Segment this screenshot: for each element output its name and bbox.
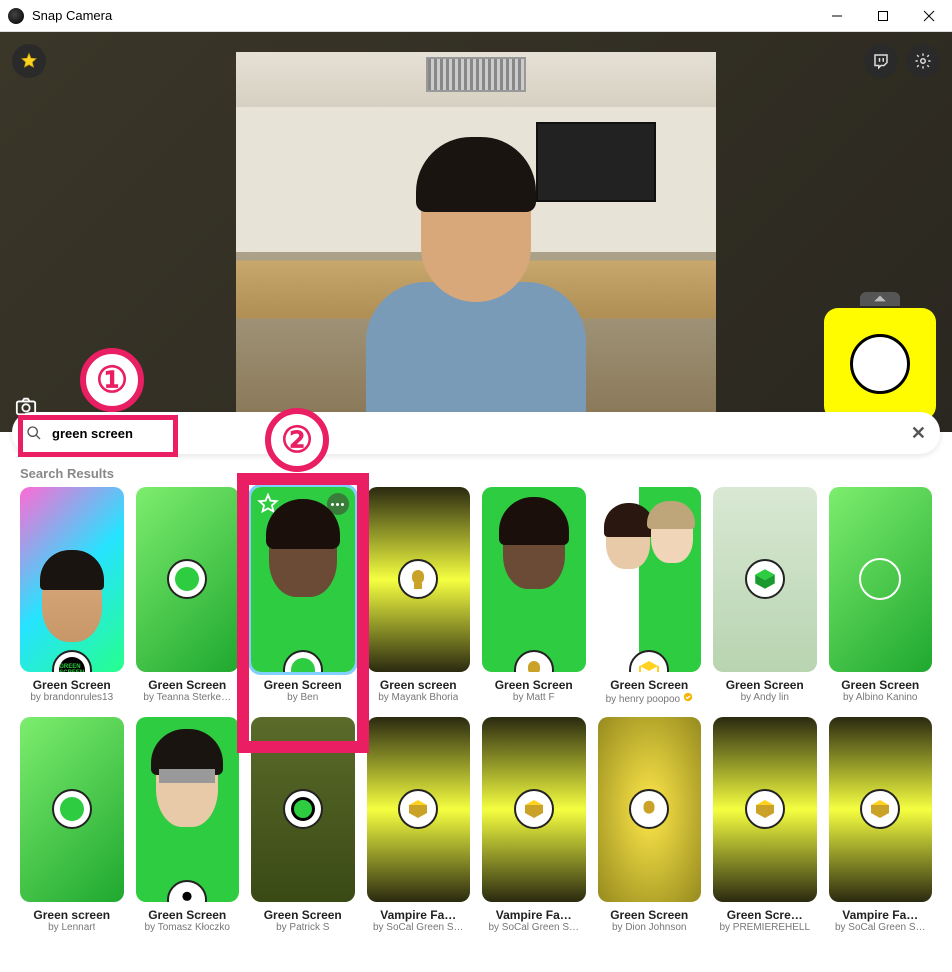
snapcode-expand-icon[interactable] (860, 292, 900, 306)
snapcode[interactable] (824, 308, 936, 420)
lens-card-selected[interactable]: Green Screen by Ben (251, 487, 355, 705)
app-icon (8, 8, 24, 24)
lens-author: by Andy lin (741, 692, 789, 703)
lens-author: by Dion Johnson (612, 922, 687, 933)
lens-card[interactable]: Green Screen by Dion Johnson (598, 717, 702, 933)
lens-author: by Ben (287, 692, 318, 703)
lens-card[interactable]: Green Screen by henry poopoo (598, 487, 702, 705)
lens-card[interactable]: Vampire Fa… by SoCal Green S… (367, 717, 471, 933)
lens-title: Green Screen (148, 678, 226, 692)
camera-preview-area (0, 32, 952, 432)
clear-search-button[interactable]: ✕ (911, 423, 926, 444)
lens-author: by SoCal Green S… (373, 922, 464, 933)
lens-card[interactable]: Green Screen by Matt F (482, 487, 586, 705)
lens-author: by brandonrules13 (30, 692, 113, 703)
lens-title: Vampire Fa… (496, 908, 572, 922)
results-header: Search Results (0, 454, 952, 487)
lens-card[interactable]: Vampire Fa… by SoCal Green S… (482, 717, 586, 933)
lens-author: by Albino Kanino (843, 692, 918, 703)
twitch-button[interactable] (864, 44, 898, 78)
lens-title: Green Screen (495, 678, 573, 692)
lens-card[interactable]: Green Screen by Patrick S (251, 717, 355, 933)
search-icon (26, 425, 42, 441)
annotation-2 (265, 408, 329, 472)
lens-title: Green Screen (33, 678, 111, 692)
verified-icon (683, 692, 693, 702)
lens-title: Green screen (380, 678, 457, 692)
lens-author: by SoCal Green S… (835, 922, 926, 933)
lens-title: Green Screen (610, 908, 688, 922)
window-controls (814, 0, 952, 32)
video-preview (236, 52, 716, 412)
lens-title: Green Screen (841, 678, 919, 692)
lens-card[interactable]: Green Scre… by PREMIEREHELL (713, 717, 817, 933)
lens-card[interactable]: GREENSCREEN Green Screen by brandonrules… (20, 487, 124, 705)
lens-card[interactable]: Green screen by Lennart (20, 717, 124, 933)
search-input[interactable] (52, 426, 901, 441)
lens-author: by Patrick S (276, 922, 329, 933)
settings-button[interactable] (906, 44, 940, 78)
lens-title: Green Screen (726, 678, 804, 692)
lens-author: by Matt F (513, 692, 555, 703)
lens-title: Green Screen (264, 908, 342, 922)
lens-title: Green screen (33, 908, 110, 922)
lens-author: by Mayank Bhoria (378, 692, 458, 703)
window-titlebar: Snap Camera (0, 0, 952, 32)
annotation-1 (80, 348, 144, 412)
lens-card[interactable]: Green Screen by Tomasz Kłoczko (136, 717, 240, 933)
window-title: Snap Camera (32, 8, 814, 23)
search-bar[interactable]: ✕ (12, 412, 940, 454)
lens-author: by PREMIEREHELL (719, 922, 810, 933)
lens-card[interactable]: Green screen by Mayank Bhoria (367, 487, 471, 705)
lens-author: by Lennart (48, 922, 95, 933)
lens-card[interactable]: Green Screen by Andy lin (713, 487, 817, 705)
lens-title: Vampire Fa… (842, 908, 918, 922)
lens-card[interactable]: Vampire Fa… by SoCal Green S… (829, 717, 933, 933)
lens-author: by SoCal Green S… (488, 922, 579, 933)
maximize-button[interactable] (860, 0, 906, 32)
lens-title: Vampire Fa… (380, 908, 456, 922)
lens-author: by Teanna Sterke… (143, 692, 231, 703)
lens-grid: GREENSCREEN Green Screen by brandonrules… (0, 487, 952, 953)
lens-card[interactable]: Green Screen by Albino Kanino (829, 487, 933, 705)
lens-title: Green Scre… (727, 908, 803, 922)
lens-author: by henry poopoo (606, 692, 693, 705)
close-button[interactable] (906, 0, 952, 32)
lens-card[interactable]: Green Screen by Teanna Sterke… (136, 487, 240, 705)
favorites-button[interactable] (12, 44, 46, 78)
lens-author: by Tomasz Kłoczko (145, 922, 230, 933)
minimize-button[interactable] (814, 0, 860, 32)
lens-title: Green Screen (264, 678, 342, 692)
lens-title: Green Screen (610, 678, 688, 692)
lens-title: Green Screen (148, 908, 226, 922)
